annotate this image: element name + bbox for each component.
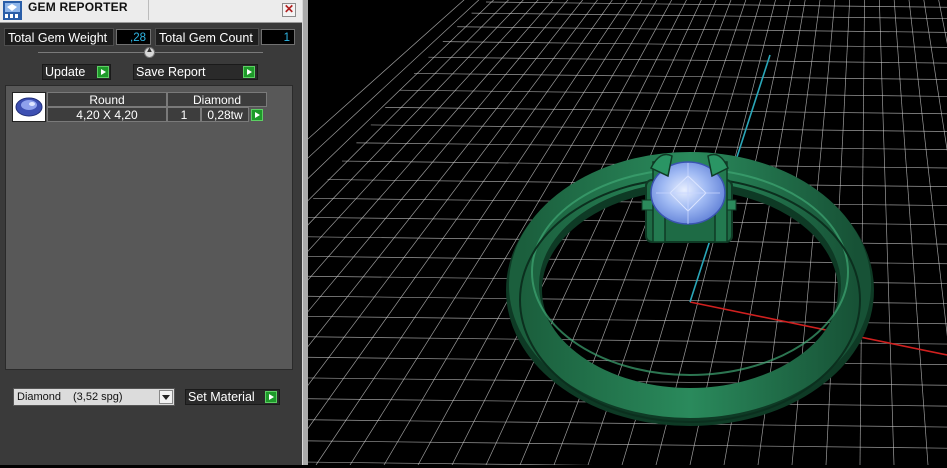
play-arrow-icon [265, 391, 277, 403]
save-report-button-label: Save Report [136, 65, 206, 79]
grid-line [893, 0, 929, 466]
grid-line [413, 73, 947, 80]
gem-reporter-panel: GEM REPORTER ✕ Total Gem Weight ,28 Tota… [0, 0, 302, 465]
panel-titlebar[interactable]: GEM REPORTER ✕ [0, 0, 302, 23]
total-gem-weight-label: Total Gem Weight [4, 28, 114, 46]
grid-line [485, 1, 947, 8]
close-icon: ✕ [283, 2, 295, 16]
update-button-label: Update [45, 65, 86, 79]
total-gem-count-label: Total Gem Count [155, 28, 259, 46]
grid-line [399, 89, 947, 97]
gem-size-cell: 4,20 X 4,20 [47, 107, 167, 122]
grid-line [942, 0, 947, 465]
3d-viewport[interactable] [0, 0, 947, 468]
gem-list: Round Diamond 4,20 X 4,20 1 0,28tw [5, 85, 293, 370]
title-separator [148, 0, 149, 20]
grid-line [385, 107, 947, 115]
total-gem-count-value: 1 [261, 29, 295, 45]
grid-line [356, 142, 947, 150]
grid-line [923, 0, 947, 152]
grid-line [154, 417, 947, 428]
gem-reporter-app-icon [3, 1, 22, 20]
update-button[interactable]: Update [42, 64, 111, 80]
grid-line [442, 41, 947, 48]
gem-shape-header: Round [47, 92, 167, 107]
set-material-button[interactable]: Set Material [185, 389, 280, 405]
gem-material-header: Diamond [167, 92, 267, 107]
grid-line [878, 0, 895, 466]
total-gem-weight-value: ,28 [116, 29, 151, 45]
slider-knob-icon[interactable]: ▲ [144, 45, 155, 58]
grid-line [908, 0, 947, 337]
material-select-spg: (3,52 spg) [73, 391, 123, 403]
ring-model [506, 152, 874, 426]
grid-line [428, 56, 947, 64]
material-select[interactable]: Diamond (3,52 spg) [13, 388, 175, 406]
gem-thumbnail-icon[interactable] [12, 92, 46, 122]
grid-line [471, 12, 947, 19]
set-material-button-label: Set Material [188, 390, 255, 404]
grid-line [859, 0, 865, 466]
grid-line [0, 0, 480, 444]
material-select-value: Diamond [17, 391, 62, 403]
gem-count-cell: 1 [167, 107, 201, 122]
grid-line [370, 124, 947, 132]
gem-weight-cell: 0,28tw [201, 107, 249, 122]
grid-line [938, 0, 947, 45]
viewport-scene [0, 0, 947, 468]
play-arrow-icon [97, 66, 109, 78]
play-arrow-icon[interactable] [251, 109, 263, 121]
grid-line [125, 459, 855, 468]
save-report-button[interactable]: Save Report [133, 64, 258, 80]
panel-title: GEM REPORTER [28, 0, 128, 14]
chevron-down-icon[interactable] [159, 390, 173, 404]
play-arrow-icon [243, 66, 255, 78]
close-button[interactable]: ✕ [282, 2, 296, 17]
